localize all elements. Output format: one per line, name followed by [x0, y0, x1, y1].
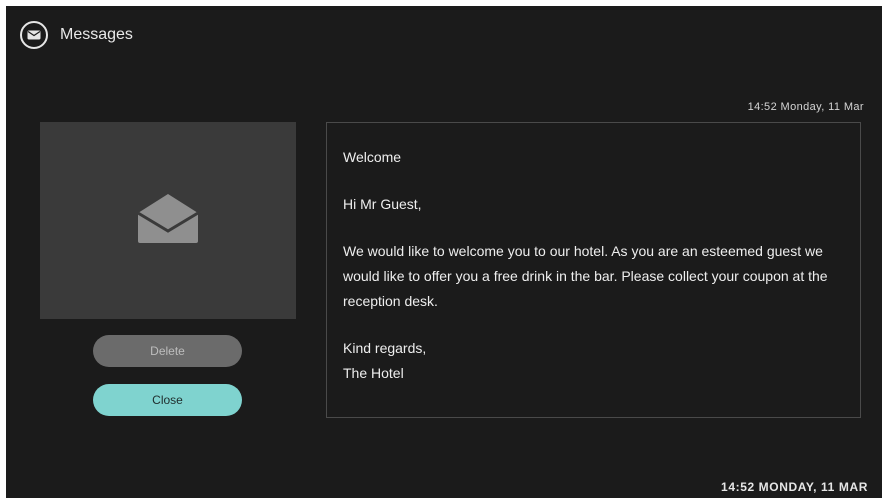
message-body-panel: Welcome Hi Mr Guest, We would like to we…: [326, 122, 861, 418]
page-title: Messages: [60, 26, 133, 43]
message-body: We would like to welcome you to our hote…: [343, 243, 828, 309]
close-button[interactable]: Close: [93, 384, 242, 416]
status-clock: 14:52 MONDAY, 11 MAR: [721, 480, 868, 494]
message-closing: Kind regards,: [343, 340, 427, 356]
message-greeting: Hi Mr Guest,: [343, 196, 422, 212]
message-timestamp: 14:52 Monday, 11 Mar: [747, 101, 864, 113]
message-subject: Welcome: [343, 149, 402, 165]
app-header: Messages: [20, 19, 133, 51]
open-envelope-icon: [136, 191, 200, 250]
tv-screen: Messages 14:52 Monday, 11 Mar Delete Clo…: [6, 6, 882, 498]
delete-button[interactable]: Delete: [93, 335, 242, 367]
message-preview-panel: [40, 122, 296, 319]
message-envelope-icon: [20, 21, 48, 49]
message-signature: The Hotel: [343, 365, 404, 381]
